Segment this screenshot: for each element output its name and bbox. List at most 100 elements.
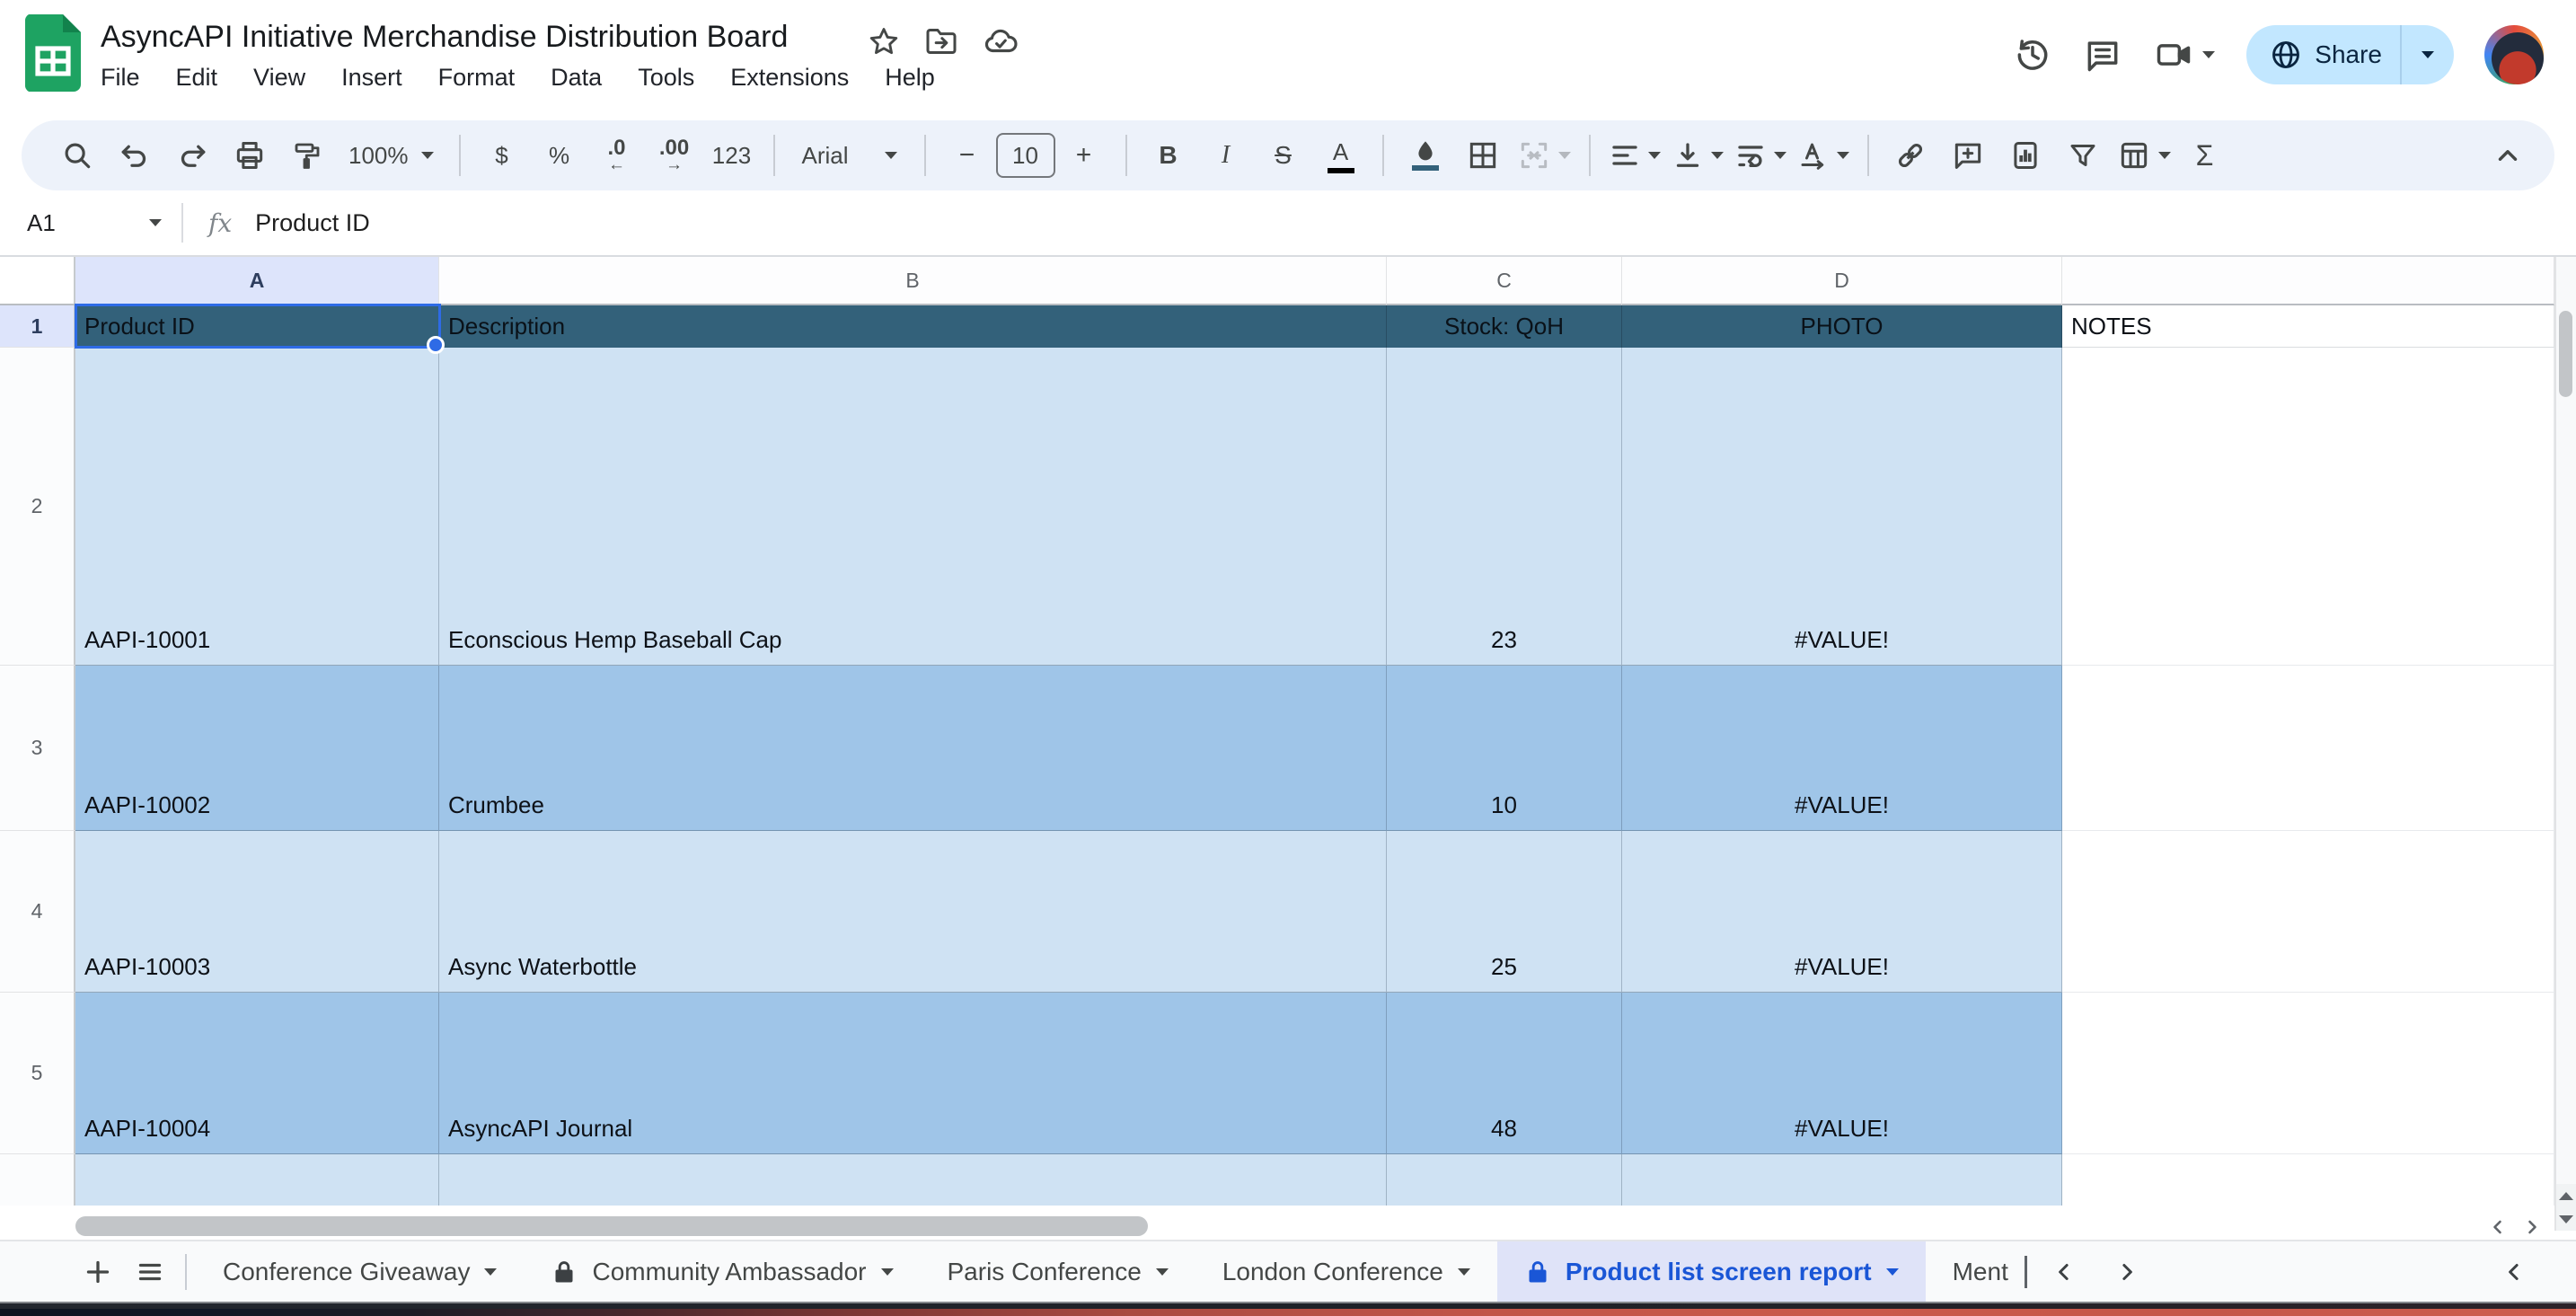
decrease-font-size-button[interactable]: − bbox=[939, 129, 996, 181]
cell-D6[interactable] bbox=[1622, 1154, 2062, 1206]
fill-handle[interactable] bbox=[427, 336, 445, 354]
cell-C6[interactable] bbox=[1387, 1154, 1622, 1206]
cell-A4[interactable]: AAPI-10003 bbox=[75, 831, 439, 993]
horizontal-align-button[interactable] bbox=[1603, 129, 1666, 181]
tab-caret-icon[interactable] bbox=[880, 1267, 894, 1276]
column-header-A[interactable]: A bbox=[75, 257, 439, 305]
tab-ment-truncated[interactable]: Ment bbox=[1926, 1241, 2033, 1302]
hide-menus-button[interactable] bbox=[2479, 129, 2536, 181]
video-call-button[interactable] bbox=[2153, 35, 2216, 75]
column-header-C[interactable]: C bbox=[1387, 257, 1622, 305]
paint-format-button[interactable] bbox=[278, 129, 336, 181]
row-header-3[interactable]: 3 bbox=[0, 666, 75, 831]
cell-E2[interactable] bbox=[2062, 348, 2554, 666]
cell-C2[interactable]: 23 bbox=[1387, 348, 1622, 666]
menu-edit[interactable]: Edit bbox=[162, 59, 233, 96]
insert-comment-button[interactable] bbox=[1939, 129, 1997, 181]
scroll-up-button[interactable] bbox=[2554, 1184, 2576, 1207]
bold-button[interactable]: B bbox=[1140, 129, 1197, 181]
decrease-decimal-button[interactable]: .0 ← bbox=[588, 129, 646, 181]
functions-button[interactable]: Σ bbox=[2176, 129, 2234, 181]
search-menus-button[interactable] bbox=[49, 129, 106, 181]
undo-button[interactable] bbox=[106, 129, 163, 181]
tab-caret-icon[interactable] bbox=[1155, 1267, 1169, 1276]
tab-conference-giveaway[interactable]: Conference Giveaway bbox=[196, 1241, 524, 1302]
cell-A6[interactable] bbox=[75, 1154, 439, 1206]
tab-caret-icon[interactable] bbox=[1885, 1267, 1899, 1276]
share-button[interactable]: Share bbox=[2246, 25, 2454, 84]
star-icon[interactable] bbox=[864, 22, 904, 61]
font-size-input[interactable]: 10 bbox=[995, 133, 1055, 178]
column-header-B[interactable]: B bbox=[439, 257, 1387, 305]
account-avatar[interactable] bbox=[2484, 25, 2544, 84]
vertical-scrollbar-thumb[interactable] bbox=[2559, 311, 2572, 397]
cell-B6[interactable] bbox=[439, 1154, 1387, 1206]
cell-C1[interactable]: Stock: QoH bbox=[1387, 305, 1622, 348]
document-title[interactable]: AsyncAPI Initiative Merchandise Distribu… bbox=[101, 20, 788, 55]
cell-A3[interactable]: AAPI-10002 bbox=[75, 666, 439, 831]
table-views-button[interactable] bbox=[2112, 129, 2176, 181]
insert-link-button[interactable] bbox=[1882, 129, 1939, 181]
increase-font-size-button[interactable]: + bbox=[1055, 129, 1113, 181]
create-filter-button[interactable] bbox=[2054, 129, 2112, 181]
formula-input[interactable]: Product ID bbox=[255, 209, 370, 237]
cell-E5[interactable] bbox=[2062, 993, 2554, 1154]
row-header-5[interactable]: 5 bbox=[0, 993, 75, 1154]
move-folder-icon[interactable] bbox=[922, 22, 961, 61]
cell-E3[interactable] bbox=[2062, 666, 2554, 831]
increase-decimal-button[interactable]: .00 → bbox=[646, 129, 703, 181]
tab-overflow-left-button[interactable] bbox=[2488, 1246, 2540, 1298]
sheets-logo-icon[interactable] bbox=[25, 14, 81, 92]
select-all-corner[interactable] bbox=[0, 257, 75, 305]
menu-insert[interactable]: Insert bbox=[327, 59, 417, 96]
menu-file[interactable]: File bbox=[86, 59, 154, 96]
name-box[interactable]: A1 bbox=[0, 209, 174, 237]
share-dropdown[interactable] bbox=[2402, 25, 2454, 84]
fill-color-button[interactable] bbox=[1397, 129, 1454, 181]
menu-tools[interactable]: Tools bbox=[623, 59, 709, 96]
cell-C5[interactable]: 48 bbox=[1387, 993, 1622, 1154]
cell-D2[interactable]: #VALUE! bbox=[1622, 348, 2062, 666]
cell-E1[interactable]: NOTES bbox=[2062, 305, 2554, 348]
cell-B5[interactable]: AsyncAPI Journal bbox=[439, 993, 1387, 1154]
scroll-left-button[interactable] bbox=[2484, 1214, 2511, 1240]
tab-scroll-right-button[interactable] bbox=[2095, 1246, 2158, 1298]
row-header-4[interactable]: 4 bbox=[0, 831, 75, 993]
menu-view[interactable]: View bbox=[239, 59, 320, 96]
horizontal-scrollbar-thumb[interactable] bbox=[75, 1216, 1148, 1236]
cloud-saved-icon[interactable] bbox=[981, 22, 1020, 61]
cell-B4[interactable]: Async Waterbottle bbox=[439, 831, 1387, 993]
cell-D5[interactable]: #VALUE! bbox=[1622, 993, 2062, 1154]
row-header-2[interactable]: 2 bbox=[0, 348, 75, 666]
menu-extensions[interactable]: Extensions bbox=[716, 59, 863, 96]
cell-D3[interactable]: #VALUE! bbox=[1622, 666, 2062, 831]
text-wrapping-button[interactable] bbox=[1729, 129, 1792, 181]
insert-chart-button[interactable] bbox=[1997, 129, 2054, 181]
cell-C3[interactable]: 10 bbox=[1387, 666, 1622, 831]
scroll-right-button[interactable] bbox=[2519, 1214, 2545, 1240]
cell-B1[interactable]: Description bbox=[439, 305, 1387, 348]
comments-icon[interactable] bbox=[2083, 35, 2122, 75]
cell-B3[interactable]: Crumbee bbox=[439, 666, 1387, 831]
text-color-button[interactable]: A bbox=[1312, 129, 1370, 181]
row-header-6[interactable] bbox=[0, 1154, 75, 1206]
strikethrough-button[interactable]: S bbox=[1255, 129, 1312, 181]
column-header-blank[interactable] bbox=[2062, 257, 2554, 305]
menu-data[interactable]: Data bbox=[536, 59, 616, 96]
cell-D4[interactable]: #VALUE! bbox=[1622, 831, 2062, 993]
tab-london-conference[interactable]: London Conference bbox=[1195, 1241, 1497, 1302]
cell-E6[interactable] bbox=[2062, 1154, 2554, 1206]
tab-caret-icon[interactable] bbox=[484, 1267, 498, 1276]
print-button[interactable] bbox=[221, 129, 278, 181]
cell-A5[interactable]: AAPI-10004 bbox=[75, 993, 439, 1154]
column-header-D[interactable]: D bbox=[1622, 257, 2062, 305]
format-percent-button[interactable]: % bbox=[531, 129, 588, 181]
format-currency-button[interactable]: $ bbox=[473, 129, 531, 181]
vertical-align-button[interactable] bbox=[1666, 129, 1729, 181]
cell-E4[interactable] bbox=[2062, 831, 2554, 993]
tab-scroll-left-button[interactable] bbox=[2033, 1246, 2095, 1298]
tab-caret-icon[interactable] bbox=[1457, 1267, 1470, 1276]
cell-C4[interactable]: 25 bbox=[1387, 831, 1622, 993]
text-rotation-button[interactable] bbox=[1792, 129, 1855, 181]
merge-cells-button[interactable] bbox=[1512, 129, 1576, 181]
